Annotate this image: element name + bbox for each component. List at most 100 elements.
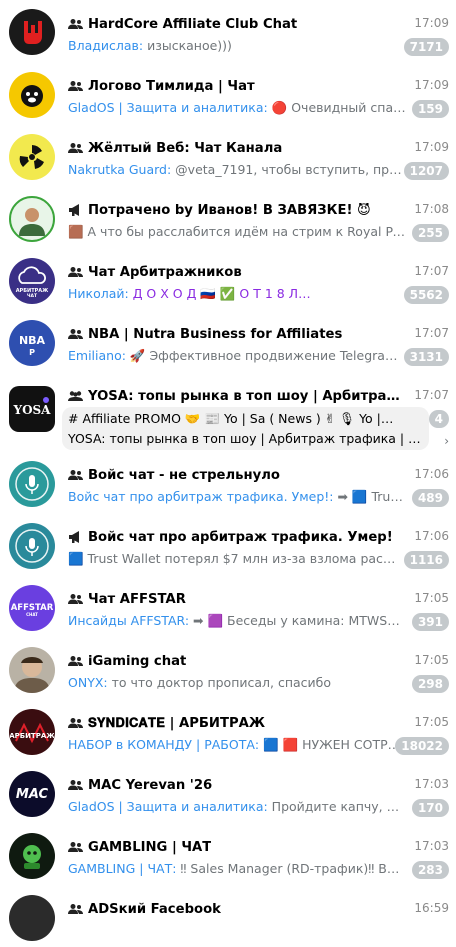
megaphone-icon bbox=[69, 531, 79, 543]
svg-text:MAC: MAC bbox=[16, 787, 49, 802]
group-icon bbox=[68, 904, 83, 914]
microphone-logo-icon bbox=[15, 529, 49, 563]
chat-row[interactable]: Войс чат - не стрельнуло 17:06 Войс чат … bbox=[0, 451, 456, 513]
chat-preview: Nakrutka Guard: @veta_7191, чтобы вступи… bbox=[68, 162, 406, 180]
svg-text:ЧАТ: ЧАТ bbox=[27, 293, 38, 299]
chat-message: то что доктор прописал, спасибо bbox=[107, 675, 332, 690]
unread-badge: 18022 bbox=[395, 737, 449, 755]
svg-text:YOSA: YOSA bbox=[13, 403, 52, 417]
group-icon bbox=[68, 329, 83, 339]
forum-topics[interactable]: # Affiliate PROMO 🤝 📰 Yo | Sa ( News ) ✌… bbox=[62, 407, 449, 450]
unread-badge: 159 bbox=[411, 100, 449, 118]
chat-row[interactable]: iGaming chat 17:05 ONYX: то что доктор п… bbox=[0, 637, 456, 699]
rock-hand-icon bbox=[24, 21, 42, 44]
syndicate-logo-icon: АРБИТРАЖ bbox=[10, 722, 54, 744]
chat-time: 17:07 bbox=[414, 326, 449, 340]
chat-preview: GladOS | Защита и аналитика: 🔴 Очевидный… bbox=[68, 100, 406, 118]
chat-message: 🟦 Trust Wallet потерял $7 млн из-за взло… bbox=[68, 551, 406, 566]
chat-preview: Владислав: изысканое))) bbox=[68, 38, 406, 56]
chat-time: 17:03 bbox=[414, 839, 449, 853]
unread-badge: 1116 bbox=[403, 551, 449, 569]
chat-preview: Инсайды AFFSTAR: ➡ 🟪 Беседы у камина: MT… bbox=[68, 613, 406, 631]
chat-avatar bbox=[9, 461, 55, 507]
svg-text:CHAT: CHAT bbox=[26, 612, 38, 617]
chat-preview: Николай: Д О Х О Д 🇷🇺 ✅ О Т 1 8 Л… bbox=[68, 286, 406, 304]
chat-row[interactable]: АРБИТРАЖ 𝐒𝐘𝐍𝐃𝐈𝐂𝐀𝐓𝐄 | АРБИТРАЖ 17:05 НАБО… bbox=[0, 699, 456, 761]
chat-message: ➡ 🟪 Беседы у камина: MTWSPY … bbox=[189, 613, 406, 628]
affstar-logo-icon: AFFSTAR CHAT bbox=[11, 603, 54, 617]
unread-badge: 283 bbox=[411, 861, 449, 879]
chat-row[interactable]: AFFSTAR CHAT Чат AFFSTAR 17:05 Инсайды A… bbox=[0, 575, 456, 637]
forum-icon bbox=[68, 391, 83, 401]
chevron-right-icon[interactable]: › bbox=[444, 434, 449, 448]
chat-sender: Emiliano: bbox=[68, 348, 126, 363]
megaphone-icon bbox=[69, 204, 79, 216]
chat-list: HardCore Affiliate Club Chat 17:09 Влади… bbox=[0, 0, 456, 947]
radiation-icon bbox=[19, 145, 44, 169]
chat-sender: GAMBLING | ЧАТ: bbox=[68, 861, 177, 876]
group-icon bbox=[68, 656, 83, 666]
chat-title: iGaming chat bbox=[68, 651, 406, 671]
chat-avatar: АРБИТРАЖ ЧАТ bbox=[9, 258, 55, 304]
yosa-logo-icon: YOSA bbox=[13, 397, 52, 417]
chat-title: Чат AFFSTAR bbox=[68, 589, 406, 609]
chat-avatar bbox=[9, 72, 55, 118]
group-icon bbox=[68, 267, 83, 277]
group-icon bbox=[68, 81, 83, 91]
chat-preview: ONYX: то что доктор прописал, спасибо bbox=[68, 675, 406, 693]
chat-row[interactable]: ADSкий Facebook 16:59 bbox=[0, 885, 456, 947]
chat-message: 🚀 Эффективное продвижение Telegram … bbox=[125, 348, 406, 363]
chat-avatar bbox=[9, 9, 55, 55]
chat-title: Логово Тимлида | Чат bbox=[68, 76, 406, 96]
chat-preview: GAMBLING | ЧАТ: ‼ Sales Manager (RD-траф… bbox=[68, 861, 406, 879]
chat-title: Войс чат - не стрельнуло bbox=[68, 465, 406, 485]
chat-sender: НАБОР в КОМАНДУ | РАБОТА: bbox=[68, 737, 260, 752]
chat-row[interactable]: NBA P NBA | Nutra Business for Affiliate… bbox=[0, 310, 456, 372]
chat-preview: GladOS | Защита и аналитика: Пройдите ка… bbox=[68, 799, 406, 817]
chat-row[interactable]: Потрачено by Иванов! В ЗАВЯЗКЕ! 😈 17:08 … bbox=[0, 186, 456, 248]
unread-badge: 391 bbox=[411, 613, 449, 631]
chat-row[interactable]: MAC MAC Yerevan '26 17:03 GladOS | Защит… bbox=[0, 761, 456, 823]
chat-title: Потрачено by Иванов! В ЗАВЯЗКЕ! 😈 bbox=[68, 200, 406, 220]
group-icon bbox=[68, 143, 83, 153]
chat-time: 17:07 bbox=[414, 264, 449, 278]
chat-sender: GladOS | Защита и аналитика: bbox=[68, 100, 268, 115]
group-icon bbox=[68, 842, 83, 852]
unread-badge: 1207 bbox=[403, 162, 449, 180]
chat-avatar bbox=[9, 647, 55, 693]
chat-time: 17:05 bbox=[414, 715, 449, 729]
chat-preview: НАБОР в КОМАНДУ | РАБОТА: 🟦 🟥 НУЖЕН СОТР… bbox=[68, 737, 406, 755]
mac-logo-icon: MAC bbox=[16, 787, 49, 802]
chat-time: 17:03 bbox=[414, 777, 449, 791]
chat-title: NBA | Nutra Business for Affiliates bbox=[68, 324, 406, 344]
chat-sender: Инсайды AFFSTAR: bbox=[68, 613, 190, 628]
person-photo-icon bbox=[19, 208, 45, 236]
chat-time: 17:09 bbox=[414, 140, 449, 154]
chat-avatar: AFFSTAR CHAT bbox=[9, 585, 55, 631]
chat-title: Жёлтый Веб: Чат Канала bbox=[68, 138, 406, 158]
chat-preview: Войс чат про арбитраж трафика. Умер!: ➡ … bbox=[68, 489, 406, 507]
chat-row[interactable]: Жёлтый Веб: Чат Канала 17:09 Nakrutka Gu… bbox=[0, 124, 456, 186]
chat-row[interactable]: Войс чат про арбитраж трафика. Умер! 17:… bbox=[0, 513, 456, 575]
chat-avatar: АРБИТРАЖ bbox=[9, 709, 55, 755]
chat-sender: GladOS | Защита и аналитика: bbox=[68, 799, 268, 814]
chat-time: 17:06 bbox=[414, 529, 449, 543]
group-icon bbox=[68, 19, 83, 29]
cloud-logo-icon: АРБИТРАЖ ЧАТ bbox=[16, 266, 49, 299]
chat-row[interactable]: GAMBLING | ЧАТ 17:03 GAMBLING | ЧАТ: ‼ S… bbox=[0, 823, 456, 885]
group-icon bbox=[68, 718, 83, 728]
group-icon bbox=[68, 470, 83, 480]
chat-preview: 🟫 А что бы расслабится идём на стрим к R… bbox=[68, 224, 406, 242]
chat-avatar bbox=[9, 833, 55, 879]
chat-message: ‼ Sales Manager (RD-трафик)‼ Be… bbox=[176, 861, 406, 876]
chat-row[interactable]: Логово Тимлида | Чат 17:09 GladOS | Защи… bbox=[0, 62, 456, 124]
chat-sender: Николай: bbox=[68, 286, 129, 301]
chat-row[interactable]: YOSA YOSA: топы рынка в топ шоу | Арбитр… bbox=[0, 372, 456, 451]
chat-time: 17:09 bbox=[414, 78, 449, 92]
microphone-logo-icon bbox=[15, 467, 49, 501]
chat-message: Д О Х О Д 🇷🇺 ✅ О Т 1 8 Л… bbox=[128, 286, 311, 301]
topic-list: # Affiliate PROMO 🤝 📰 Yo | Sa ( News ) ✌… bbox=[68, 411, 394, 426]
chat-row[interactable]: HardCore Affiliate Club Chat 17:09 Влади… bbox=[0, 0, 456, 62]
chat-row[interactable]: АРБИТРАЖ ЧАТ Чат Арбитражников 17:07 Ник… bbox=[0, 248, 456, 310]
unread-badge: 4 bbox=[428, 410, 449, 428]
